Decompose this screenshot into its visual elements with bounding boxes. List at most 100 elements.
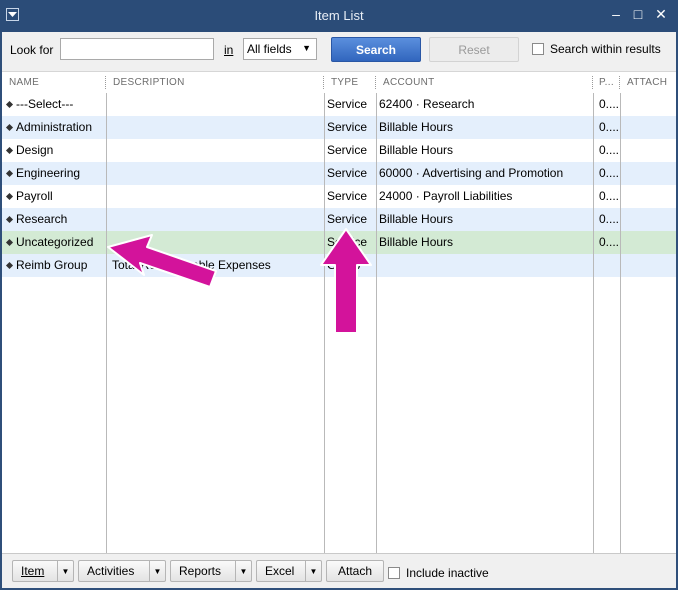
column-resize-handle[interactable] bbox=[592, 76, 593, 89]
attach-button-label: Attach bbox=[337, 564, 373, 578]
column-resize-handle[interactable] bbox=[323, 76, 324, 89]
cell-name: Research bbox=[16, 212, 68, 226]
column-header-type[interactable]: TYPE bbox=[331, 77, 358, 88]
column-resize-handle[interactable] bbox=[105, 76, 106, 89]
column-divider bbox=[593, 93, 594, 553]
column-header-price[interactable]: P... bbox=[599, 77, 614, 88]
cell-account: 60000 · Advertising and Promotion bbox=[379, 166, 564, 180]
activities-button-label: Activities bbox=[87, 564, 135, 578]
item-menu-button[interactable]: Item ▼ bbox=[12, 560, 74, 582]
window-title: Item List bbox=[314, 8, 364, 23]
include-inactive-checkbox[interactable] bbox=[388, 567, 400, 579]
close-icon[interactable]: ✕ bbox=[653, 6, 669, 22]
row-marker-icon bbox=[5, 238, 14, 247]
cell-account: 24000 · Payroll Liabilities bbox=[379, 189, 513, 203]
table-row-selected[interactable]: Uncategorized Service Billable Hours 0..… bbox=[2, 231, 676, 254]
row-marker-icon bbox=[5, 169, 14, 178]
excel-button-label: Excel bbox=[265, 564, 295, 578]
cell-account: Billable Hours bbox=[379, 120, 454, 134]
cell-price: 0.... bbox=[599, 143, 620, 157]
table-row[interactable]: Reimb Group Total Reimbursable Expenses … bbox=[2, 254, 676, 277]
search-button[interactable]: Search bbox=[331, 37, 421, 62]
include-inactive-toggle[interactable]: Include inactive bbox=[388, 566, 489, 580]
chevron-down-icon[interactable]: ▼ bbox=[305, 561, 321, 581]
item-list-window: Item List – □ ✕ Look for in All fields ▼… bbox=[0, 0, 678, 590]
cell-account: Billable Hours bbox=[379, 235, 454, 249]
column-divider bbox=[324, 93, 325, 553]
chevron-down-icon[interactable]: ▼ bbox=[57, 561, 73, 581]
search-toolbar: Look for in All fields ▼ Search Reset Se… bbox=[2, 32, 676, 72]
item-table: ---Select--- Service 62400 · Research 0.… bbox=[2, 93, 676, 553]
cell-price: 0.... bbox=[599, 189, 620, 203]
reset-button[interactable]: Reset bbox=[429, 37, 519, 62]
row-marker-icon bbox=[5, 100, 14, 109]
excel-menu-button[interactable]: Excel ▼ bbox=[256, 560, 322, 582]
cell-type: Service bbox=[327, 189, 368, 203]
cell-name: Design bbox=[16, 143, 54, 157]
row-marker-icon bbox=[5, 215, 14, 224]
row-marker-icon bbox=[5, 192, 14, 201]
search-within-label: Search within results bbox=[550, 42, 661, 56]
cell-price: 0.... bbox=[599, 235, 620, 249]
cell-type: Service bbox=[327, 212, 368, 226]
footer-toolbar: Item ▼ Activities ▼ Reports ▼ Excel ▼ At… bbox=[2, 553, 676, 588]
cell-name: Uncategorized bbox=[16, 235, 94, 249]
field-select[interactable]: All fields ▼ bbox=[243, 38, 317, 60]
cell-type: Service bbox=[327, 235, 368, 249]
table-row[interactable]: Administration Service Billable Hours 0.… bbox=[2, 116, 676, 139]
column-header-attach[interactable]: ATTACH bbox=[627, 77, 667, 88]
column-header-row: NAME DESCRIPTION TYPE ACCOUNT P... ATTAC… bbox=[2, 73, 676, 93]
table-row[interactable]: Engineering Service 60000 · Advertising … bbox=[2, 162, 676, 185]
cell-account: Billable Hours bbox=[379, 143, 454, 157]
include-inactive-label: Include inactive bbox=[406, 566, 489, 580]
minimize-icon[interactable]: – bbox=[608, 6, 624, 22]
cell-account: 62400 · Research bbox=[379, 97, 475, 111]
cell-name: Administration bbox=[16, 120, 93, 134]
cell-name: ---Select--- bbox=[16, 97, 74, 111]
activities-menu-button[interactable]: Activities ▼ bbox=[78, 560, 166, 582]
cell-description: Total Reimbursable Expenses bbox=[112, 258, 271, 272]
column-resize-handle[interactable] bbox=[375, 76, 376, 89]
reports-menu-button[interactable]: Reports ▼ bbox=[170, 560, 252, 582]
column-divider bbox=[620, 93, 621, 553]
cell-type: Group bbox=[327, 258, 361, 272]
column-header-name[interactable]: NAME bbox=[9, 77, 39, 88]
chevron-down-icon: ▼ bbox=[302, 43, 311, 53]
search-within-checkbox[interactable] bbox=[532, 43, 544, 55]
table-row[interactable]: ---Select--- Service 62400 · Research 0.… bbox=[2, 93, 676, 116]
look-for-input[interactable] bbox=[60, 38, 214, 60]
cell-type: Service bbox=[327, 166, 368, 180]
client-area: Look for in All fields ▼ Search Reset Se… bbox=[2, 32, 676, 588]
title-bar[interactable]: Item List – □ ✕ bbox=[0, 0, 678, 32]
column-header-description[interactable]: DESCRIPTION bbox=[113, 77, 185, 88]
cell-name: Payroll bbox=[16, 189, 53, 203]
row-marker-icon bbox=[5, 146, 14, 155]
column-divider bbox=[106, 93, 107, 553]
cell-price: 0.... bbox=[599, 120, 620, 134]
cell-account: Billable Hours bbox=[379, 212, 454, 226]
cell-price: 0.... bbox=[599, 97, 620, 111]
table-row[interactable]: Research Service Billable Hours 0.... bbox=[2, 208, 676, 231]
cell-price: 0.... bbox=[599, 212, 620, 226]
column-divider bbox=[376, 93, 377, 553]
reports-button-label: Reports bbox=[179, 564, 222, 578]
field-select-value: All fields bbox=[247, 42, 292, 56]
cell-name: Engineering bbox=[16, 166, 81, 180]
search-within-results[interactable]: Search within results bbox=[532, 42, 661, 56]
cell-type: Service bbox=[327, 97, 368, 111]
cell-name: Reimb Group bbox=[16, 258, 88, 272]
cell-type: Service bbox=[327, 143, 368, 157]
maximize-icon[interactable]: □ bbox=[630, 6, 646, 22]
row-marker-icon bbox=[5, 261, 14, 270]
attach-button[interactable]: Attach bbox=[326, 560, 384, 582]
column-resize-handle[interactable] bbox=[619, 76, 620, 89]
cell-price: 0.... bbox=[599, 166, 620, 180]
chevron-down-icon[interactable]: ▼ bbox=[149, 561, 165, 581]
column-header-account[interactable]: ACCOUNT bbox=[383, 77, 435, 88]
look-for-label: Look for bbox=[10, 43, 54, 57]
table-row[interactable]: Payroll Service 24000 · Payroll Liabilit… bbox=[2, 185, 676, 208]
in-label: in bbox=[224, 43, 234, 57]
chevron-down-icon[interactable]: ▼ bbox=[235, 561, 251, 581]
item-button-label: Item bbox=[21, 564, 45, 578]
table-row[interactable]: Design Service Billable Hours 0.... bbox=[2, 139, 676, 162]
